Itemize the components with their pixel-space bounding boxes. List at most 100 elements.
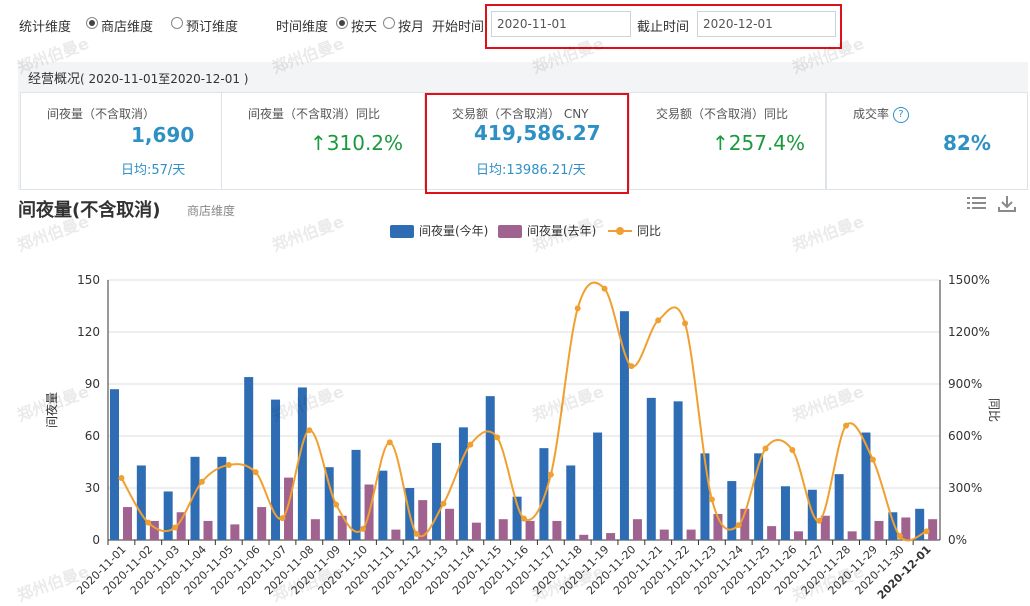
card-value: 82% (943, 131, 991, 155)
card-title: 间夜量（不含取消）同比 (248, 107, 381, 121)
y2-tick-label: 1200% (948, 325, 990, 339)
bar-last-year (525, 520, 535, 540)
yoy-point (413, 530, 420, 537)
yoy-point (118, 474, 125, 481)
yoy-point (198, 478, 205, 485)
y-tick-label: 150 (77, 273, 100, 287)
bar-this-year (834, 474, 844, 540)
y2-tick-label: 900% (948, 377, 982, 391)
bar-last-year (793, 531, 803, 540)
yoy-point (252, 469, 259, 476)
arrow-up-icon: ↑ (712, 131, 729, 155)
y-tick-label: 60 (85, 429, 100, 443)
bar-this-year (351, 449, 361, 540)
y2-tick-label: 300% (948, 481, 982, 495)
yoy-point (494, 434, 501, 441)
yoy-point (172, 524, 179, 531)
bar-last-year (391, 529, 401, 540)
yoy-point (225, 461, 232, 468)
bar-this-year (566, 465, 576, 540)
card-title: 交易额（不含取消）同比 (656, 107, 789, 121)
stat-opt-booking-label[interactable]: 预订维度 (186, 16, 238, 35)
bar-last-year (176, 512, 186, 540)
y2-tick-label: 1500% (948, 273, 990, 287)
bar-this-year (780, 486, 790, 540)
bar-this-year (297, 387, 307, 540)
bar-this-year (727, 481, 737, 540)
bar-this-year (673, 401, 683, 540)
bar-this-year (163, 491, 173, 540)
card-title: 成交率 ? (853, 105, 909, 123)
radio-booking-dim[interactable] (171, 17, 183, 29)
yoy-point (682, 320, 689, 327)
card-conversion-rate: 成交率 ? 82% (826, 92, 1028, 190)
list-icon[interactable] (967, 195, 987, 213)
bar-last-year (767, 526, 777, 540)
yoy-point (601, 285, 608, 292)
bar-this-year (136, 465, 146, 540)
arrow-up-icon: ↑ (310, 131, 327, 155)
bar-last-year (659, 529, 669, 540)
bar-this-year (619, 311, 629, 540)
yoy-point (923, 528, 930, 535)
radio-by-month[interactable] (383, 17, 395, 29)
legend-label: 间夜量(去年) (527, 223, 596, 238)
bar-last-year (123, 507, 132, 540)
yoy-point (440, 500, 447, 507)
yoy-point (869, 456, 876, 463)
bar-this-year (432, 442, 442, 540)
yoy-point (655, 317, 662, 324)
legend-label: 间夜量(今年) (419, 223, 488, 238)
stat-opt-store-label[interactable]: 商店维度 (101, 16, 153, 35)
date-range-highlight (485, 4, 842, 49)
bar-last-year (820, 515, 830, 540)
yoy-point (467, 441, 474, 448)
card-daily-avg: 日均:57/天 (121, 163, 186, 178)
help-icon[interactable]: ? (892, 106, 909, 123)
y-tick-label: 30 (85, 481, 100, 495)
yoy-point (816, 517, 823, 524)
bar-last-year (874, 520, 884, 540)
bar-this-year (593, 432, 603, 540)
yoy-point (521, 515, 527, 522)
bar-this-year (485, 396, 495, 540)
card-revenue-yoy: 交易额（不含取消）同比 ↑257.4% (629, 92, 826, 190)
yoy-point (306, 427, 313, 434)
y2-tick-label: 600% (948, 429, 982, 443)
yoy-point (359, 525, 366, 532)
y-tick-label: 90 (85, 377, 100, 391)
time-opt-month-label[interactable]: 按月 (398, 16, 424, 35)
time-opt-day-label[interactable]: 按天 (351, 16, 377, 35)
bar-last-year (552, 520, 562, 540)
card-room-nights: 间夜量（不含取消） 1,690 日均:57/天 (20, 92, 223, 190)
yoy-point (896, 533, 903, 540)
stat-dim-label: 统计维度 (19, 20, 72, 35)
bar-last-year (928, 519, 938, 540)
summary-range: ( 2020-11-01至2020-12-01 ) (80, 72, 249, 86)
yoy-point (386, 439, 393, 446)
y-tick-label: 120 (77, 325, 100, 339)
legend-swatch (390, 225, 414, 238)
yoy-point (735, 522, 742, 529)
radio-by-day[interactable] (336, 17, 348, 29)
yoy-point (333, 501, 340, 508)
legend-label: 同比 (637, 224, 661, 238)
revenue-highlight (425, 93, 629, 194)
y2-tick-label: 0% (948, 533, 967, 547)
yoy-point (145, 519, 152, 526)
bar-this-year (539, 448, 549, 540)
yoy-point (708, 496, 715, 503)
radio-store-dim[interactable] (86, 17, 98, 29)
bar-this-year (861, 432, 871, 540)
download-icon[interactable] (997, 194, 1017, 214)
card-room-nights-yoy: 间夜量（不含取消）同比 ↑310.2% (221, 92, 425, 190)
bar-this-year (110, 389, 119, 540)
card-value: 257.4% (728, 131, 806, 155)
card-title: 间夜量（不含取消） (47, 107, 156, 121)
yoy-point (574, 305, 581, 312)
yoy-point (547, 471, 554, 478)
bar-last-year (149, 520, 159, 540)
summary-title: 经营概况( 2020-11-01至2020-12-01 ) (28, 72, 249, 87)
start-time-label: 开始时间 (432, 20, 485, 35)
y2-axis-label: 同比 (987, 398, 1001, 422)
